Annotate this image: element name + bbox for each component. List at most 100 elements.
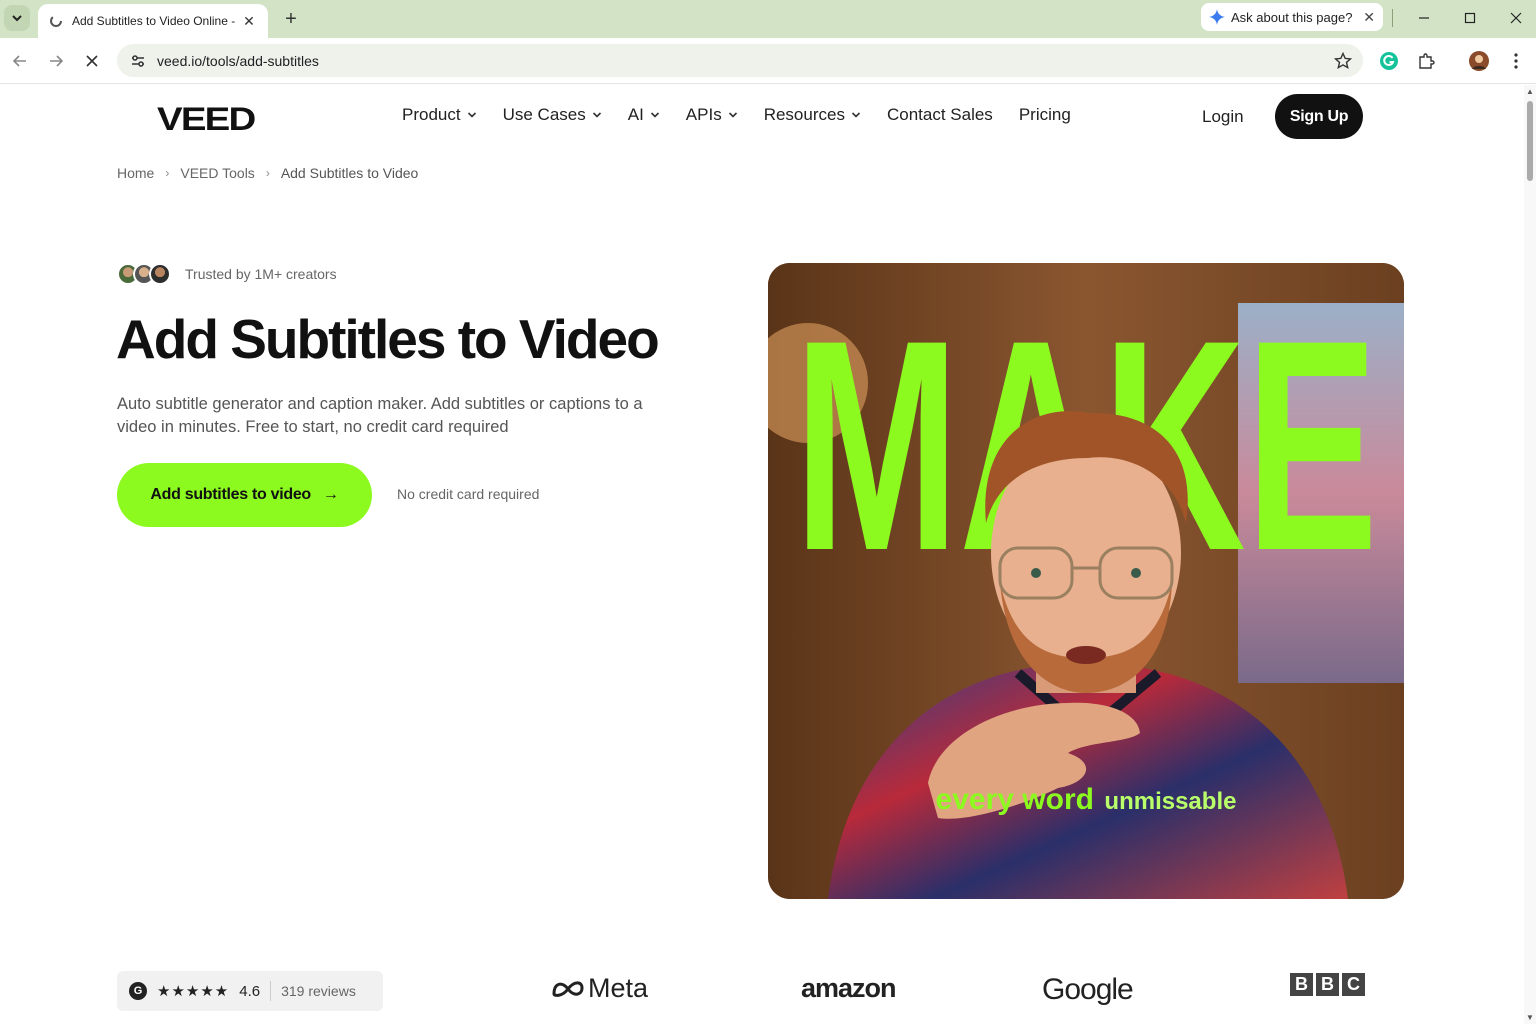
back-button[interactable] <box>7 48 33 74</box>
nav-contact-sales-label: Contact Sales <box>886 105 993 124</box>
main-nav: Product Use Cases AI APIs Resources Cont… <box>402 105 1097 125</box>
caption-rest: unmissable <box>1104 788 1236 815</box>
window-controls-divider <box>1392 9 1393 27</box>
chevron-down-icon <box>851 112 861 118</box>
amazon-logo-text: amazon <box>801 973 897 1003</box>
breadcrumb-veed-tools[interactable]: VEED Tools <box>180 165 254 181</box>
avatar <box>149 263 171 285</box>
amazon-logo: amazon <box>801 973 897 1004</box>
breadcrumb: Home › VEED Tools › Add Subtitles to Vid… <box>117 165 418 181</box>
nav-resources-label: Resources <box>763 105 845 124</box>
extensions-puzzle-icon[interactable] <box>1415 50 1437 72</box>
bbc-letter-block: B <box>1316 973 1339 996</box>
nav-apis-label: APIs <box>685 105 722 124</box>
hero-video-preview[interactable]: MAKE every word unmissa <box>768 263 1404 899</box>
address-bar[interactable]: veed.io/tools/add-subtitles <box>117 44 1363 77</box>
forward-button[interactable] <box>43 48 69 74</box>
veed-logo[interactable]: VEED <box>157 101 256 138</box>
tab-close-icon[interactable]: ✕ <box>240 12 258 30</box>
page-scrollbar[interactable]: ▲ ▼ <box>1524 85 1536 1024</box>
nav-contact-sales[interactable]: Contact Sales <box>887 105 993 125</box>
stop-loading-button[interactable] <box>79 48 105 74</box>
scroll-up-icon[interactable]: ▲ <box>1526 87 1534 96</box>
meta-logo: Meta <box>552 973 648 1004</box>
arrow-left-icon <box>12 55 26 67</box>
bbc-logo-blocks: BBC <box>1290 973 1368 996</box>
nav-use-cases-label: Use Cases <box>502 105 586 124</box>
tab-search-button[interactable] <box>4 5 30 31</box>
rating-score: 4.6 <box>239 982 261 1000</box>
meta-infinity-icon <box>552 980 584 997</box>
ask-about-page-button[interactable]: Ask about this page? ✕ <box>1201 3 1383 31</box>
bbc-letter-block: B <box>1290 973 1313 996</box>
google-logo: Google <box>1042 973 1134 1007</box>
add-subtitles-cta-button[interactable]: Add subtitles to video → <box>117 463 372 527</box>
nav-use-cases[interactable]: Use Cases <box>503 105 602 125</box>
ask-close-icon[interactable]: ✕ <box>1363 9 1375 26</box>
browser-tabstrip: Add Subtitles to Video Online - ✕ + Ask … <box>0 0 1536 38</box>
nav-ai[interactable]: AI <box>628 105 660 125</box>
stop-x-icon <box>86 55 98 67</box>
nav-product-label: Product <box>402 105 461 124</box>
site-info-icon[interactable] <box>127 50 149 72</box>
bbc-letter-block: C <box>1342 973 1365 996</box>
g2-rating-badge[interactable]: G ★★★★★ 4.6 319 reviews <box>117 971 383 1011</box>
browser-toolbar: veed.io/tools/add-subtitles <box>0 38 1536 84</box>
scroll-thumb[interactable] <box>1527 101 1533 181</box>
maximize-icon <box>1464 12 1476 24</box>
breadcrumb-chevron-icon: › <box>165 166 170 180</box>
active-tab[interactable]: Add Subtitles to Video Online - ✕ <box>38 4 268 38</box>
nav-pricing-label: Pricing <box>1018 105 1071 124</box>
hero-subtitle: Auto subtitle generator and caption make… <box>117 395 643 436</box>
meta-logo-text: Meta <box>588 973 649 1003</box>
arrow-right-icon: → <box>322 486 339 503</box>
sign-up-button[interactable]: Sign Up <box>1275 94 1363 139</box>
caption-highlight: every word <box>936 783 1094 816</box>
no-credit-card-note: No credit card required <box>397 486 540 502</box>
page-content: VEED Product Use Cases AI APIs Resources… <box>0 85 1524 1024</box>
nav-product[interactable]: Product <box>402 105 477 125</box>
bookmark-star-icon[interactable] <box>1333 51 1353 71</box>
rating-stars: ★★★★★ <box>157 983 230 1000</box>
chevron-down-icon <box>650 112 659 118</box>
close-window-button[interactable] <box>1496 4 1536 32</box>
grammarly-extension-icon[interactable] <box>1378 50 1400 72</box>
tab-title: Add Subtitles to Video Online - <box>72 14 236 28</box>
maximize-button[interactable] <box>1450 4 1490 32</box>
creator-avatars <box>117 263 171 285</box>
close-icon <box>1510 12 1522 24</box>
nav-ai-label: AI <box>627 105 644 124</box>
ask-about-page-label: Ask about this page? <box>1231 9 1353 25</box>
scroll-down-icon[interactable]: ▼ <box>1526 1013 1534 1022</box>
profile-avatar-icon[interactable] <box>1468 50 1490 72</box>
g2-logo-icon: G <box>129 982 147 1000</box>
nav-pricing[interactable]: Pricing <box>1019 105 1071 125</box>
breadcrumb-current: Add Subtitles to Video <box>280 165 419 181</box>
trusted-badge: Trusted by 1M+ creators <box>117 263 337 285</box>
trusted-text: Trusted by 1M+ creators <box>185 266 337 282</box>
login-link[interactable]: Login <box>1202 107 1244 127</box>
chevron-down-icon <box>592 112 601 118</box>
arrow-right-icon <box>50 55 64 67</box>
nav-resources[interactable]: Resources <box>764 105 861 125</box>
nav-apis[interactable]: APIs <box>686 105 738 125</box>
review-count: 319 reviews <box>281 983 356 999</box>
browser-menu-icon[interactable] <box>1505 50 1527 72</box>
minimize-button[interactable] <box>1404 4 1444 32</box>
page-title: Add Subtitles to Video <box>116 308 660 370</box>
chevron-down-icon <box>12 15 22 22</box>
breadcrumb-chevron-icon: › <box>265 166 270 180</box>
video-caption: every word unmissable <box>936 783 1237 816</box>
breadcrumb-home[interactable]: Home <box>117 165 154 181</box>
minimize-icon <box>1419 17 1429 19</box>
cta-label: Add subtitles to video <box>150 486 311 503</box>
chevron-down-icon <box>467 112 476 118</box>
chevron-down-icon <box>728 112 737 118</box>
new-tab-button[interactable]: + <box>278 6 304 32</box>
hero-illustration: MAKE every word unmissa <box>768 263 1404 899</box>
bbc-logo: BBC <box>1290 973 1368 996</box>
loading-favicon-icon <box>48 13 64 29</box>
url-text: veed.io/tools/add-subtitles <box>157 52 319 69</box>
rating-divider <box>270 981 272 1001</box>
google-logo-text: Google <box>1042 973 1134 1006</box>
